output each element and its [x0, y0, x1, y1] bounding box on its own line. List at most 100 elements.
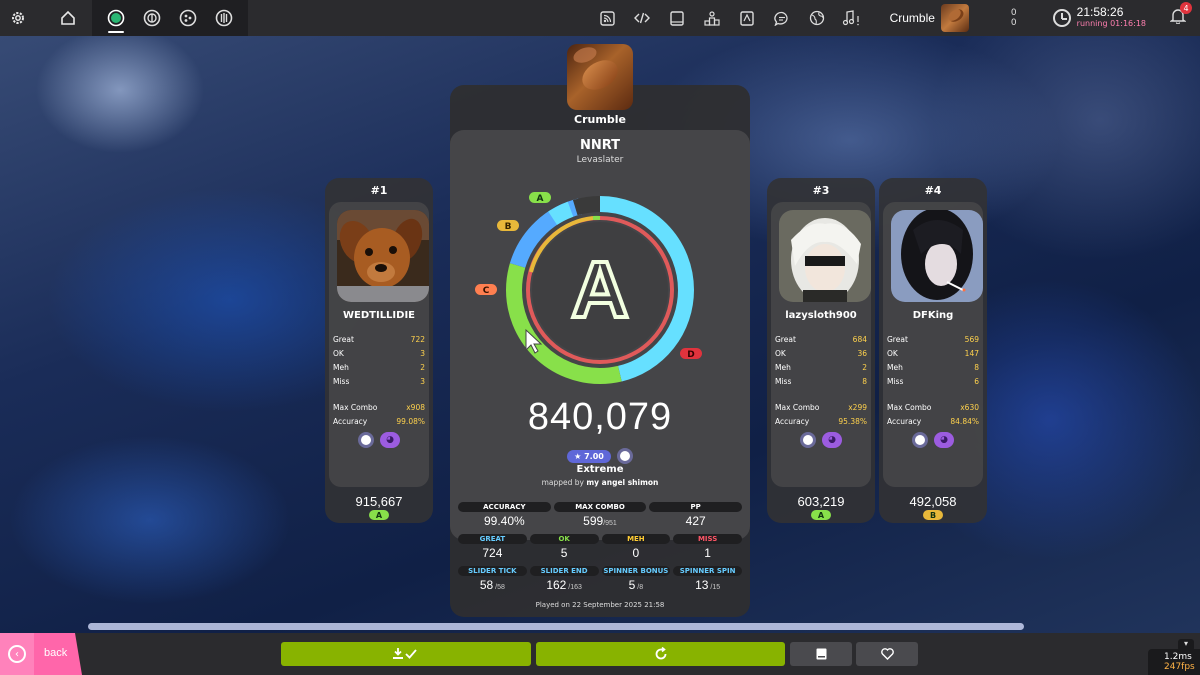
stat-spinner-spin-total: /15 — [708, 584, 721, 591]
hit-stats: Great 722 OK 3 Meh 2 Miss 3 — [333, 332, 425, 389]
stat-label-accuracy: Accuracy — [775, 416, 810, 426]
combo-accuracy-stats: Max Combo x908 Accuracy 99.08% — [333, 400, 425, 428]
stat-label-miss: Miss — [333, 377, 350, 387]
rank-label: #4 — [924, 184, 942, 197]
stat-value-great: 722 — [410, 334, 425, 344]
wiki-icon[interactable] — [730, 0, 765, 36]
avatar — [337, 210, 429, 302]
clock-running: running 01:16:18 — [1076, 19, 1146, 28]
stat-slider-tick: 58 — [479, 578, 494, 592]
main-score-panel: NNRT Levaslater A A B C D 840,079 ★ 7.00… — [450, 85, 750, 617]
stat-label-miss: Miss — [775, 377, 792, 387]
stat-value-meh: 8 — [974, 362, 979, 372]
leaderboard-score-panel[interactable]: #3 lazysloth900 Great 684 OK 36 Meh 2 Miss 8… — [767, 178, 875, 523]
rank-label: #1 — [370, 184, 388, 197]
beatmap-artist: Levaslater — [576, 155, 624, 165]
osu-ruleset-icon[interactable] — [98, 0, 134, 36]
fps-counter: 247fps — [1164, 662, 1195, 672]
leaderboard-score-panel[interactable]: #1 WEDTILLIDIE Great 722 OK 3 Meh 2 Miss 3 — [325, 178, 433, 523]
favourite-button[interactable] — [856, 642, 918, 666]
stat-label-accuracy: Accuracy — [333, 416, 368, 426]
stat-value-meh: 2 — [420, 362, 425, 372]
notification-count: 4 — [1180, 2, 1192, 14]
home-icon[interactable] — [50, 0, 86, 36]
chat-icon[interactable] — [765, 0, 800, 36]
ranking-icon[interactable] — [695, 0, 730, 36]
grade-badge: A — [369, 510, 389, 520]
stat-header-miss: MISS — [673, 534, 742, 544]
mod-icon — [358, 432, 374, 448]
stat-value-ok: 3 — [420, 348, 425, 358]
stat-meh: 0 — [632, 546, 640, 560]
stat-header-great: GREAT — [458, 534, 527, 544]
rss-icon[interactable] — [590, 0, 625, 36]
stat-label-meh: Meh — [775, 362, 791, 372]
stat-value-accuracy: 84.84% — [950, 416, 979, 426]
stat-header-accuracy: ACCURACY — [458, 502, 551, 512]
music-icon[interactable] — [835, 0, 870, 36]
clock-time: 21:58:26 — [1076, 5, 1124, 19]
clock-display[interactable]: 21:58:26 running 01:16:18 — [1052, 5, 1146, 29]
grade-marker-a: A — [537, 194, 544, 204]
chevron-left-icon: ‹ — [8, 645, 26, 663]
beatmap-info-button[interactable] — [790, 642, 852, 666]
back-label: back — [44, 647, 68, 659]
clock-icon — [1052, 9, 1071, 27]
score-card: DFKing Great 569 OK 147 Meh 8 Miss 6 Max Com… — [883, 202, 983, 487]
stats-row: ACCURACY 99.40% MAX COMBO 599/951 PP 427 — [458, 502, 743, 528]
difficulty-row: ★ 7.00 — [450, 448, 750, 464]
stats-row: SLIDER TICK 58 /58 SLIDER END 162 /163 SPI… — [458, 566, 742, 592]
stat-value-miss: 6 — [974, 377, 979, 387]
stat-value-great: 684 — [852, 334, 867, 344]
online-counts: 0 0 — [1011, 8, 1017, 28]
catch-ruleset-icon[interactable] — [170, 0, 206, 36]
stat-value-max-combo: x299 — [848, 402, 867, 412]
mod-classic-icon: ◕ — [934, 432, 954, 448]
stat-header-meh: MEH — [601, 534, 671, 544]
stat-value-max-combo: x908 — [406, 402, 425, 412]
mania-ruleset-icon[interactable] — [206, 0, 242, 36]
accuracy-circle: A A B C D — [475, 192, 702, 384]
notifications-button[interactable]: 4 — [1169, 2, 1192, 28]
stat-ok: 5 — [560, 546, 568, 560]
score-card: lazysloth900 Great 684 OK 36 Meh 2 Miss 8 Ma… — [771, 202, 871, 487]
avatar — [779, 210, 871, 302]
stat-label-max-combo: Max Combo — [775, 402, 820, 412]
book-icon[interactable] — [660, 0, 695, 36]
retry-button[interactable] — [536, 642, 785, 666]
globe-icon[interactable] — [800, 0, 835, 36]
stat-header-slider-end: SLIDER END — [529, 566, 599, 576]
stat-header-spinner-spin: SPINNER SPIN — [673, 566, 742, 576]
grade-marker-c: C — [483, 286, 490, 296]
stat-value-miss: 3 — [420, 377, 425, 387]
stat-header-slider-tick: SLIDER TICK — [458, 566, 527, 576]
mod-icon — [912, 432, 928, 448]
total-score: 915,667 — [355, 494, 403, 509]
stat-label-ok: OK — [775, 348, 786, 358]
stat-label-great: Great — [887, 334, 908, 344]
retry-icon — [655, 647, 666, 660]
stat-great: 724 — [482, 546, 503, 560]
stat-accuracy: 99.40% — [483, 514, 525, 528]
taiko-ruleset-icon[interactable] — [134, 0, 170, 36]
beatmap-info-icon — [816, 648, 826, 660]
stat-value-accuracy: 99.08% — [396, 416, 425, 426]
difficulty-name: Extreme — [576, 464, 624, 475]
download-replay-button[interactable] — [281, 642, 531, 666]
toolbar-overlay-buttons — [590, 0, 870, 36]
code-icon[interactable] — [625, 0, 660, 36]
avatar — [940, 4, 969, 32]
gear-icon[interactable] — [0, 0, 36, 36]
horizontal-scrollbar[interactable] — [88, 623, 1024, 630]
mods-list: ◕ — [329, 432, 429, 448]
stat-spinner-bonus-total: /8 — [635, 584, 644, 591]
total-score: 603,219 — [797, 494, 845, 509]
stat-header-spinner-bonus: SPINNER BONUS — [601, 566, 671, 576]
user-button[interactable]: Crumble — [890, 4, 969, 32]
player-name-label: Crumble — [574, 113, 626, 126]
back-button[interactable]: ‹ back — [0, 633, 82, 675]
mod-classic-icon: ◕ — [380, 432, 400, 448]
heart-icon — [880, 648, 894, 660]
leaderboard-score-panel[interactable]: #4 DFKing Great 569 OK 147 Meh 8 Miss 6 Max … — [879, 178, 987, 523]
stat-label-great: Great — [333, 334, 354, 344]
